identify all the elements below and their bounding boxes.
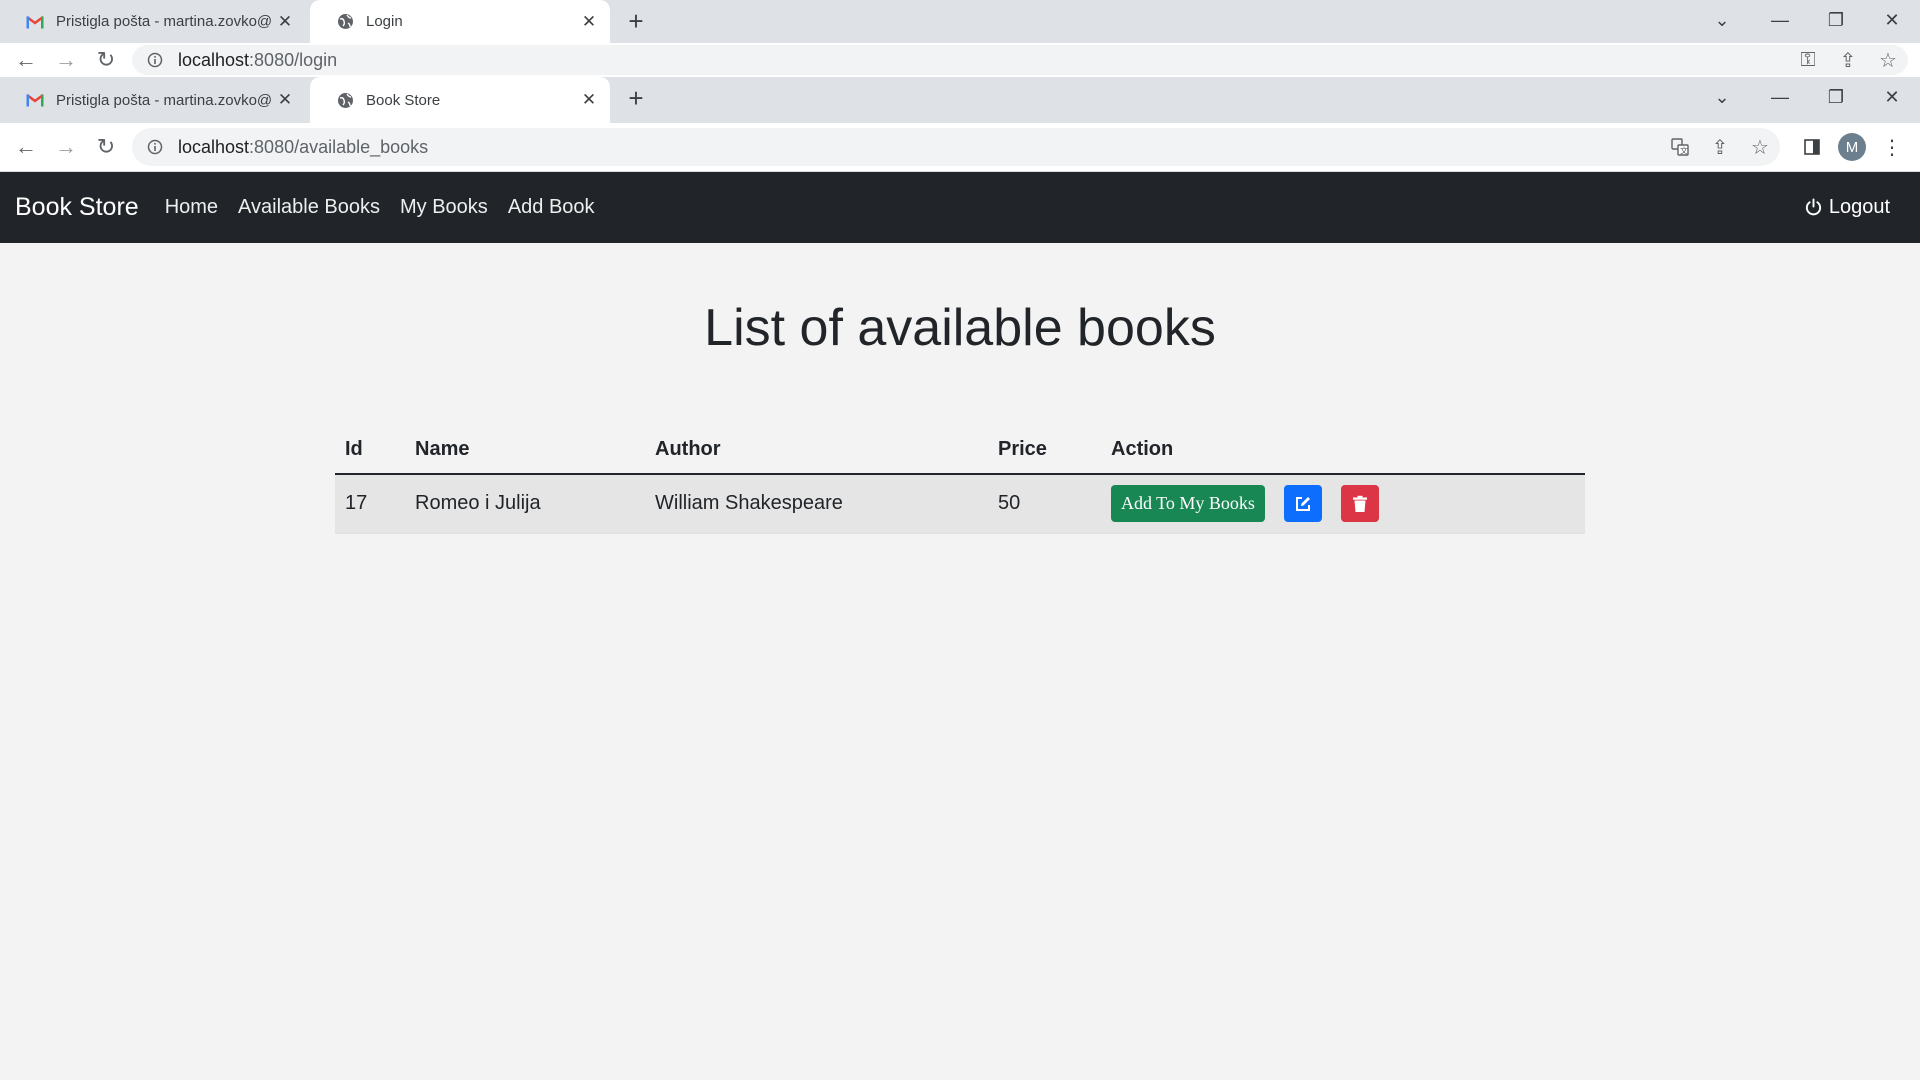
address-bar[interactable]: localhost:8080/login ⚿ ⇪ ☆ (132, 45, 1908, 75)
column-header-id: Id (335, 430, 405, 475)
window-controls: ⌄ — ❐ ✕ (1694, 0, 1920, 40)
side-panel-icon[interactable] (1792, 127, 1832, 167)
tab-title: Book Store (366, 91, 441, 109)
key-icon[interactable]: ⚿ (1788, 45, 1828, 75)
kebab-menu-icon[interactable]: ⋮ (1872, 127, 1912, 167)
cell-id: 17 (335, 474, 405, 534)
column-header-action: Action (1101, 430, 1585, 475)
back-arrow-icon[interactable]: ← (6, 127, 46, 167)
nav-link-available-books[interactable]: Available Books (228, 196, 390, 219)
cell-actions: Add To My Books (1101, 474, 1585, 534)
tab-title: Pristigla pošta - martina.zovko@ (56, 91, 273, 109)
nav-link-my-books[interactable]: My Books (390, 196, 498, 219)
window-controls: ⌄ — ❐ ✕ (1694, 77, 1920, 117)
back-arrow-icon[interactable]: ← (6, 40, 46, 80)
url-path: :8080/available_books (249, 136, 429, 157)
tab-strip: Pristigla pošta - martina.zovko@ ✕ Book … (0, 77, 1920, 123)
profile-avatar[interactable]: M (1832, 127, 1872, 167)
close-window-icon[interactable]: ✕ (1864, 0, 1920, 40)
avatar: M (1838, 133, 1866, 161)
edit-icon (1295, 496, 1310, 511)
reload-icon[interactable]: ↻ (86, 127, 126, 167)
url-host: localhost (178, 49, 250, 70)
info-icon[interactable] (146, 51, 164, 69)
info-icon[interactable] (146, 138, 164, 156)
url-path: :8080/login (249, 49, 338, 70)
url-host: localhost (178, 136, 250, 157)
site-navbar: Book Store Home Available Books My Books… (0, 172, 1920, 243)
column-header-author: Author (645, 430, 988, 475)
power-icon (1804, 198, 1823, 217)
close-icon[interactable]: ✕ (274, 89, 296, 111)
logout-link[interactable]: Logout (1804, 196, 1890, 219)
background-browser-window: Pristigla pošta - martina.zovko@ ✕ Login… (0, 0, 1920, 77)
reload-icon[interactable]: ↻ (86, 40, 126, 80)
gmail-icon (26, 91, 44, 109)
forward-arrow-icon[interactable]: → (46, 127, 86, 167)
close-icon[interactable]: ✕ (274, 11, 296, 33)
new-tab-plus-icon[interactable]: + (622, 8, 650, 36)
minimize-icon[interactable]: — (1752, 77, 1808, 117)
brand-link[interactable]: Book Store (15, 193, 139, 222)
close-icon[interactable]: ✕ (578, 11, 600, 33)
tab-gmail-inbox[interactable]: Pristigla pošta - martina.zovko@ ✕ (0, 0, 306, 43)
edit-button[interactable] (1283, 485, 1322, 523)
tab-strip: Pristigla pošta - martina.zovko@ ✕ Login… (0, 0, 1920, 43)
translate-icon[interactable]: 文 (1660, 132, 1700, 162)
new-tab-plus-icon[interactable]: + (622, 85, 650, 113)
cell-author: William Shakespeare (645, 474, 988, 534)
gmail-icon (26, 13, 44, 31)
browser-window: Pristigla pošta - martina.zovko@ ✕ Book … (0, 77, 1920, 172)
nav-link-add-book[interactable]: Add Book (498, 196, 605, 219)
star-icon[interactable]: ☆ (1740, 132, 1780, 162)
svg-text:文: 文 (1680, 146, 1688, 156)
minimize-icon[interactable]: — (1752, 0, 1808, 40)
star-icon[interactable]: ☆ (1868, 45, 1908, 75)
cell-name: Romeo i Julija (405, 474, 645, 534)
page-title: List of available books (704, 299, 1216, 357)
restore-icon[interactable]: ❐ (1808, 0, 1864, 40)
tab-title: Pristigla pošta - martina.zovko@ (56, 13, 273, 30)
globe-icon (336, 91, 354, 109)
table-header-row: Id Name Author Price Action (335, 430, 1585, 475)
toolbar-right: M ⋮ (1792, 127, 1912, 167)
column-header-price: Price (988, 430, 1101, 475)
tab-login[interactable]: Login ✕ (310, 0, 610, 43)
column-header-name: Name (405, 430, 645, 475)
browser-toolbar: ← → ↻ localhost:8080/login ⚿ ⇪ ☆ (0, 43, 1920, 77)
tab-book-store[interactable]: Book Store ✕ (310, 77, 610, 123)
add-to-my-books-button[interactable]: Add To My Books (1111, 485, 1265, 523)
nav-link-home[interactable]: Home (155, 196, 228, 219)
tab-gmail-inbox[interactable]: Pristigla pošta - martina.zovko@ ✕ (0, 77, 306, 123)
logout-label: Logout (1828, 196, 1890, 218)
trash-icon (1353, 495, 1368, 512)
chevron-down-icon[interactable]: ⌄ (1694, 77, 1750, 117)
share-icon[interactable]: ⇪ (1828, 45, 1868, 75)
cell-price: 50 (988, 474, 1101, 534)
browser-toolbar: ← → ↻ localhost:8080/available_books 文 ⇪… (0, 123, 1920, 172)
globe-icon (336, 13, 354, 31)
address-bar[interactable]: localhost:8080/available_books 文 ⇪ ☆ (132, 128, 1780, 166)
books-table: Id Name Author Price Action 17 Romeo i J… (335, 430, 1585, 534)
forward-arrow-icon[interactable]: → (46, 40, 86, 80)
chevron-down-icon[interactable]: ⌄ (1694, 0, 1750, 40)
share-icon[interactable]: ⇪ (1700, 132, 1740, 162)
delete-button[interactable] (1341, 485, 1380, 523)
restore-icon[interactable]: ❐ (1808, 77, 1864, 117)
table-row: 17 Romeo i Julija William Shakespeare 50… (335, 474, 1585, 534)
close-window-icon[interactable]: ✕ (1864, 77, 1920, 117)
tab-title: Login (366, 13, 403, 30)
close-icon[interactable]: ✕ (578, 89, 600, 111)
